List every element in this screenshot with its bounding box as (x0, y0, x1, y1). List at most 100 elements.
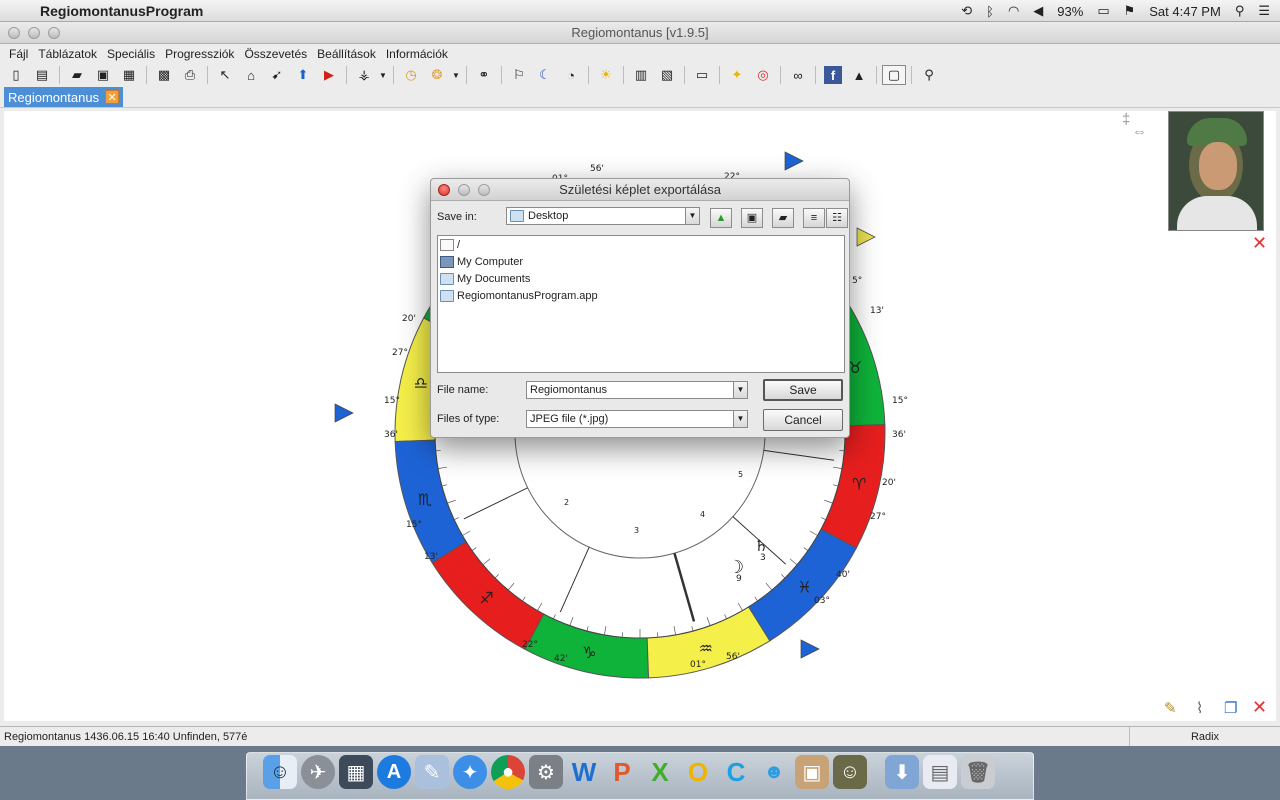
list-item[interactable]: My Computer (438, 253, 844, 270)
menu-informaciok[interactable]: Információk (381, 47, 453, 61)
close-chart-icon[interactable]: ✕ (1252, 697, 1267, 718)
clock-icon[interactable]: ◷ (399, 65, 423, 85)
battery-percent[interactable]: 93% (1057, 4, 1083, 19)
notification-center-icon[interactable]: ☰ (1258, 3, 1270, 19)
home-folder-icon[interactable]: ▣ (741, 208, 763, 228)
graduation-cap-icon[interactable]: ▲ (847, 65, 871, 85)
excel-icon[interactable]: X (643, 755, 677, 789)
info-up-icon[interactable]: ⬆ (291, 65, 315, 85)
preview-icon[interactable]: ✎ (415, 755, 449, 789)
messenger-icon[interactable]: ☻ (757, 755, 791, 789)
dropdown-arrow-icon[interactable]: ▼ (378, 65, 388, 85)
dialog-minimize-button[interactable] (458, 184, 470, 196)
pointer-icon[interactable]: ↖ (213, 65, 237, 85)
app-store-icon[interactable]: A (377, 755, 411, 789)
help-lifebuoy-icon[interactable]: ◎ (751, 65, 775, 85)
new-folder-icon[interactable]: ▰ (772, 208, 794, 228)
dialog-close-button[interactable] (438, 184, 450, 196)
menu-tablazatok[interactable]: Táblázatok (33, 47, 102, 61)
export-icon[interactable]: ▧ (655, 65, 679, 85)
tab-regiomontanus[interactable]: Regiomontanus ✕ (4, 87, 124, 107)
save-icon[interactable]: ▣ (91, 65, 115, 85)
safari-icon[interactable]: ✦ (453, 755, 487, 789)
battery-icon[interactable]: ▭ (1097, 3, 1109, 19)
chrome-icon[interactable]: ● (491, 755, 525, 789)
synastry-icon[interactable]: ⚭ (472, 65, 496, 85)
list-item[interactable]: My Documents (438, 270, 844, 287)
menu-beallitasok[interactable]: Beállítások (312, 47, 381, 61)
menu-specialis[interactable]: Speciális (102, 47, 160, 61)
package-icon[interactable]: ▣ (795, 755, 829, 789)
close-window-button[interactable] (8, 27, 20, 39)
new-document-icon[interactable]: ▯ (4, 65, 28, 85)
moon-icon[interactable]: ☾ (533, 65, 557, 85)
zoom-icon[interactable]: ⚲ (917, 65, 941, 85)
cursor-icon[interactable]: ➹ (265, 65, 289, 85)
attachment-icon[interactable]: ⌇ (1196, 699, 1203, 717)
table-icon[interactable]: ▥ (629, 65, 653, 85)
downloads-folder-icon[interactable]: ⬇ (885, 755, 919, 789)
flag-input-icon[interactable]: ⚑ (1124, 3, 1136, 19)
saturn-planet-icon[interactable]: ♄ (754, 536, 768, 555)
image-icon[interactable]: ▩ (152, 65, 176, 85)
spotlight-icon[interactable]: ⚲ (1235, 3, 1245, 19)
sun-icon[interactable]: ☀ (594, 65, 618, 85)
list-item[interactable]: RegiomontanusProgram.app (438, 287, 844, 304)
play-icon[interactable]: ▶ (317, 65, 341, 85)
system-preferences-icon[interactable]: ⚙ (529, 755, 563, 789)
outlook-icon[interactable]: O (681, 755, 715, 789)
mission-control-icon[interactable]: ▦ (339, 755, 373, 789)
file-name-input[interactable]: Regiomontanus ▼ (526, 381, 748, 399)
home-icon[interactable]: ⌂ (239, 65, 263, 85)
tab-close-icon[interactable]: ✕ (105, 90, 120, 104)
file-list[interactable]: / My Computer My Documents Regiomontanus… (437, 235, 845, 373)
menu-fajl[interactable]: Fájl (4, 47, 33, 61)
tooltip-icon[interactable]: ▢ (882, 65, 906, 85)
volume-icon[interactable]: ◀ (1033, 3, 1043, 19)
bluetooth-icon[interactable]: ᛒ (986, 4, 994, 19)
save-all-icon[interactable]: ▦ (117, 65, 141, 85)
word-icon[interactable]: W (567, 755, 601, 789)
history-icon[interactable]: ◔ (559, 65, 583, 85)
wifi-icon[interactable]: ◠ (1008, 3, 1019, 19)
details-view-icon[interactable]: ☷ (826, 208, 848, 228)
documents-folder-icon[interactable]: ▤ (923, 755, 957, 789)
save-button[interactable]: Save (763, 379, 843, 401)
transit-icon[interactable]: ⚶ (352, 65, 376, 85)
close-portrait-icon[interactable]: ✕ (1252, 233, 1267, 254)
cancel-button[interactable]: Cancel (763, 409, 843, 431)
dialog-zoom-button[interactable] (478, 184, 490, 196)
clock[interactable]: Sat 4:47 PM (1149, 4, 1221, 19)
up-folder-icon[interactable]: ▲ (710, 208, 732, 228)
communicator-icon[interactable]: C (719, 755, 753, 789)
menu-progressziok[interactable]: Progressziók (160, 47, 239, 61)
app-menu-name[interactable]: RegiomontanusProgram (40, 3, 203, 19)
launchpad-icon[interactable]: ✈ (301, 755, 335, 789)
signpost-icon[interactable]: ⚐ (507, 65, 531, 85)
dropdown-arrow-2-icon[interactable]: ▼ (451, 65, 461, 85)
minimize-window-button[interactable] (28, 27, 40, 39)
resize-horizontal-icon[interactable]: ⇔ (1132, 123, 1147, 140)
moon-planet-icon[interactable]: ☽ (728, 557, 744, 578)
list-item[interactable]: / (438, 236, 844, 253)
zoom-window-button[interactable] (48, 27, 60, 39)
edit-note-icon[interactable]: ✎ (1164, 699, 1177, 717)
copy-icon[interactable]: ❐ (1224, 699, 1237, 717)
open-folder-icon[interactable]: ▰ (65, 65, 89, 85)
list-view-icon[interactable]: ≡ (803, 208, 825, 228)
new-list-icon[interactable]: ▤ (30, 65, 54, 85)
save-in-combo[interactable]: Desktop ▼ (506, 207, 700, 225)
regiomontanus-app-icon[interactable]: ☺ (833, 755, 867, 789)
menu-osszevetes[interactable]: Összevetés (239, 47, 312, 61)
glasses-icon[interactable]: ∞ (786, 65, 810, 85)
trash-icon[interactable]: 🗑 (961, 755, 995, 789)
time-machine-icon[interactable]: ⟲ (961, 3, 972, 19)
progress-icon[interactable]: ❂ (425, 65, 449, 85)
file-type-select[interactable]: JPEG file (*.jpg) ▼ (526, 410, 748, 428)
facebook-icon[interactable]: f (824, 66, 842, 84)
powerpoint-icon[interactable]: P (605, 755, 639, 789)
resize-vertical-icon[interactable]: ‡ (1122, 111, 1130, 128)
print-icon[interactable]: ⎙ (178, 65, 202, 85)
finder-icon[interactable]: ☺ (263, 755, 297, 789)
lightbulb-icon[interactable]: ✦ (725, 65, 749, 85)
